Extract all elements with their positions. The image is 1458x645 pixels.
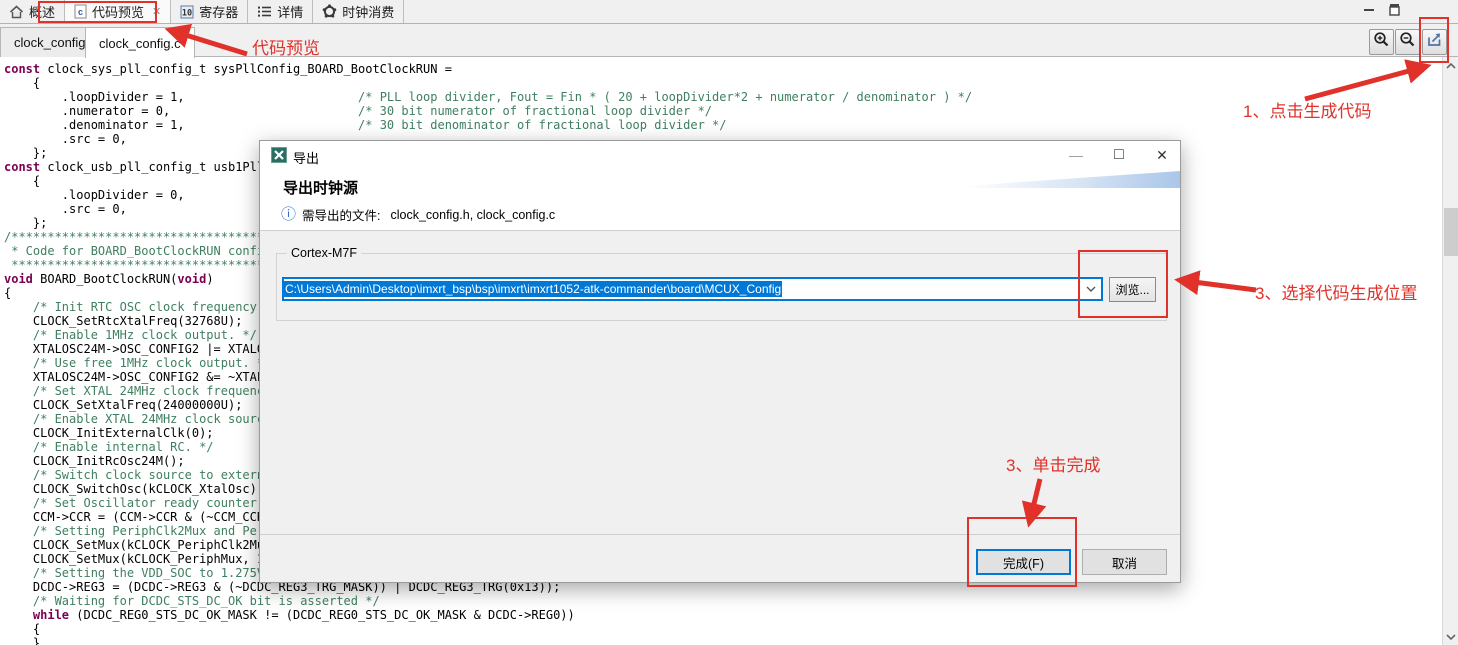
clock-consumers-icon <box>322 4 337 19</box>
tab-clock-consumers[interactable]: 时钟消费 <box>313 0 404 23</box>
registers-icon: 10 <box>180 5 194 19</box>
zoom-out-button[interactable] <box>1395 29 1420 55</box>
dialog-info-row: ⓘ 需导出的文件: clock_config.h, clock_config.c <box>281 205 555 224</box>
details-icon <box>257 5 272 18</box>
file-tab-label: clock_config.c <box>99 36 181 51</box>
generate-code-icon <box>1426 31 1443 53</box>
tab-label: 时钟消费 <box>342 2 394 21</box>
dialog-close-icon[interactable]: ✕ <box>1154 147 1170 163</box>
info-value: clock_config.h, clock_config.c <box>391 208 556 222</box>
tab-overview[interactable]: 概述 <box>0 0 65 23</box>
generate-code-button[interactable] <box>1422 29 1447 55</box>
dialog-title-bar[interactable]: 导出 — □ ✕ <box>260 141 1180 169</box>
scroll-down-icon[interactable] <box>1443 628 1458 645</box>
info-label: 需导出的文件: <box>302 205 380 224</box>
window-buttons <box>1362 2 1401 22</box>
tab-label: 详情 <box>277 2 303 21</box>
svg-text:10: 10 <box>182 8 192 18</box>
file-tab-bar: clock_config.h clock_config.c <box>0 24 1458 57</box>
dialog-title: 导出 <box>293 148 319 167</box>
zoom-in-icon <box>1373 31 1390 53</box>
tab-label: 寄存器 <box>199 2 238 21</box>
export-path-combobox[interactable]: C:\Users\Admin\Desktop\imxrt_bsp\bsp\imx… <box>282 277 1103 301</box>
dialog-minimize-icon[interactable]: — <box>1068 147 1084 163</box>
vertical-scrollbar[interactable] <box>1442 57 1458 645</box>
browse-button[interactable]: 浏览... <box>1109 277 1156 302</box>
chevron-down-icon[interactable] <box>1082 281 1099 297</box>
tab-registers[interactable]: 10 寄存器 <box>171 0 248 23</box>
export-path-value: C:\Users\Admin\Desktop\imxrt_bsp\bsp\imx… <box>284 281 782 297</box>
tab-details[interactable]: 详情 <box>248 0 313 23</box>
finish-button[interactable]: 完成(F) <box>976 549 1071 575</box>
scrollbar-thumb[interactable] <box>1444 208 1458 256</box>
dialog-separator <box>260 534 1180 535</box>
view-tab-bar: 概述 c 代码预览 ✕ 10 寄存器 详情 时钟消费 <box>0 0 1458 24</box>
header-decoration <box>965 171 1180 188</box>
dialog-heading: 导出时钟源 <box>283 177 358 198</box>
restore-view-icon[interactable] <box>1386 2 1401 22</box>
zoom-in-button[interactable] <box>1369 29 1394 55</box>
info-icon: ⓘ <box>281 207 296 222</box>
zoom-out-icon <box>1399 31 1416 53</box>
close-icon[interactable]: ✕ <box>152 5 161 18</box>
tab-label: 概述 <box>29 2 55 21</box>
svg-text:c: c <box>78 7 83 17</box>
export-dialog: 导出 — □ ✕ 导出时钟源 ⓘ 需导出的文件: clock_config.h,… <box>259 140 1181 583</box>
tab-code-preview[interactable]: c 代码预览 ✕ <box>65 0 171 23</box>
dialog-header: 导出时钟源 ⓘ 需导出的文件: clock_config.h, clock_co… <box>260 169 1180 231</box>
group-label: Cortex-M7F <box>287 246 361 260</box>
dialog-maximize-icon[interactable]: □ <box>1111 147 1127 163</box>
app-window: 概述 c 代码预览 ✕ 10 寄存器 详情 时钟消费 <box>0 0 1458 645</box>
minimize-view-icon[interactable] <box>1362 3 1376 22</box>
scroll-up-icon[interactable] <box>1443 57 1458 74</box>
export-app-icon <box>271 147 287 168</box>
cancel-button[interactable]: 取消 <box>1082 549 1167 575</box>
code-file-icon: c <box>74 4 87 19</box>
file-tab-clock-config-c[interactable]: clock_config.c <box>85 27 195 58</box>
tab-label: 代码预览 <box>92 2 144 21</box>
home-icon <box>9 5 24 19</box>
